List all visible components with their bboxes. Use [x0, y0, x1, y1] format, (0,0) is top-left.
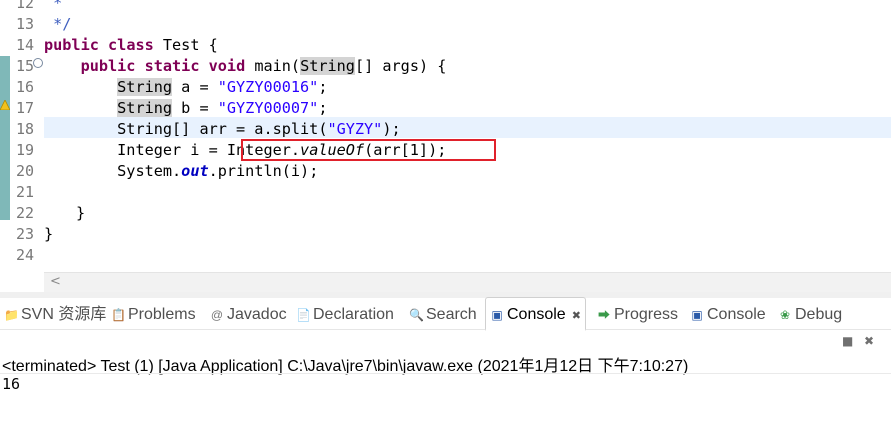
line-number: 24 — [15, 246, 34, 264]
tab-progress[interactable]: ⮕ Progress — [597, 298, 678, 329]
line-number: 17 — [15, 99, 34, 117]
problems-icon: 📋 — [111, 308, 126, 322]
tab-label: Progress — [614, 306, 679, 323]
tab-search[interactable]: 🔍 Search — [409, 298, 477, 329]
code-text: Test { — [153, 36, 218, 54]
code-text: .println(i); — [208, 162, 319, 180]
javadoc-icon: @ — [210, 308, 224, 322]
code-text: System. — [117, 162, 182, 180]
keyword: static — [144, 57, 200, 75]
progress-icon: ⮕ — [597, 308, 610, 322]
line-number: 21 — [15, 183, 34, 201]
code-text: b = — [172, 99, 218, 117]
tab-console-active[interactable]: ▣ Console ✖ — [485, 297, 586, 331]
close-icon[interactable]: ✖ — [572, 310, 581, 322]
code-text: ; — [318, 78, 328, 96]
change-ruler — [0, 0, 10, 272]
code-line-22: } — [76, 204, 86, 222]
tab-label: Debug — [795, 306, 843, 323]
string-literal: "GYZY00007" — [217, 99, 319, 117]
warning-icon[interactable] — [0, 100, 10, 110]
tab-label: SVN 资源库 — [21, 306, 107, 323]
svn-repository-icon: 📁 — [4, 308, 19, 322]
scroll-left-icon[interactable]: < — [50, 274, 61, 289]
declaration-icon: 📄 — [296, 308, 311, 322]
type-occurrence: String — [117, 99, 173, 117]
code-line-20: System.out.println(i); — [44, 161, 318, 182]
change-marker — [0, 56, 10, 220]
tab-svn-repository[interactable]: 📁 SVN 资源库 — [4, 298, 106, 329]
type-occurrence: String — [117, 78, 173, 96]
tab-label: Declaration — [313, 306, 394, 323]
string-literal: "GYZY00016" — [217, 78, 319, 96]
line-number: 16 — [15, 78, 34, 96]
code-text: ); — [382, 120, 401, 138]
line-number: 15 — [15, 57, 34, 75]
keyword: public — [80, 57, 136, 75]
tab-label: Problems — [128, 306, 196, 323]
code-text: Integer i = — [117, 141, 227, 159]
type-occurrence: String — [300, 57, 355, 75]
line-number: 14 — [15, 36, 34, 54]
horizontal-scrollbar[interactable]: < — [44, 272, 891, 293]
keyword: class — [108, 36, 154, 54]
debug-icon: ❀ — [779, 308, 791, 322]
remove-launch-icon[interactable]: ✖ — [864, 334, 874, 348]
line-number: 13 — [15, 15, 34, 33]
tab-debug[interactable]: ❀ Debug — [778, 298, 842, 329]
view-tab-bar: 📁 SVN 资源库 📋 Problems @ Javadoc 📄 Declaration… — [0, 297, 891, 331]
search-icon: 🔍 — [409, 308, 424, 322]
line-number: 22 — [15, 204, 34, 222]
tab-label: Javadoc — [227, 306, 287, 323]
code-line-12: * — [44, 0, 63, 12]
keyword: public — [44, 36, 99, 54]
code-line-18: String[] arr = a.split("GYZY"); — [44, 119, 401, 140]
tab-label: Search — [426, 306, 477, 323]
line-number: 12 — [15, 0, 34, 12]
tab-javadoc[interactable]: @ Javadoc — [210, 298, 287, 329]
code-editor[interactable]: 12 13 14 15 16 17 18 19 20 21 22 23 24 *… — [0, 0, 891, 272]
code-line-14: public class Test { — [44, 35, 218, 56]
tab-declaration[interactable]: 📄 Declaration — [296, 298, 394, 329]
line-number: 19 — [15, 141, 34, 159]
console-output-line: 16 — [2, 375, 21, 393]
highlight-annotation-box — [241, 139, 496, 161]
tab-problems[interactable]: 📋 Problems — [111, 298, 196, 329]
tab-label: Console — [507, 306, 566, 323]
fold-toggle-icon[interactable] — [33, 58, 43, 68]
code-text: [] args) { — [354, 57, 447, 75]
code-line-16: String a = "GYZY00016"; — [44, 77, 328, 98]
code-line-17: String b = "GYZY00007"; — [44, 98, 328, 119]
code-line-23: } — [44, 225, 54, 243]
code-text: ; — [318, 99, 328, 117]
console-icon: ▣ — [491, 308, 503, 322]
code-text: String[] arr = a.split( — [117, 120, 328, 138]
terminate-icon[interactable]: ■ — [842, 334, 853, 348]
console-icon: ▣ — [691, 308, 703, 322]
code-text: main( — [245, 57, 301, 75]
tab-label: Console — [707, 306, 766, 323]
line-number: 20 — [15, 162, 34, 180]
line-number: 23 — [15, 225, 34, 243]
line-number: 18 — [15, 120, 34, 138]
keyword: void — [208, 57, 246, 75]
code-text: a = — [172, 78, 218, 96]
console-divider — [0, 373, 891, 374]
tab-console[interactable]: ▣ Console — [690, 298, 766, 329]
string-literal: "GYZY" — [327, 120, 383, 138]
code-line-13: */ — [44, 15, 72, 33]
code-line-15: public static void main(String[] args) { — [44, 56, 446, 77]
static-field: out — [181, 162, 209, 180]
